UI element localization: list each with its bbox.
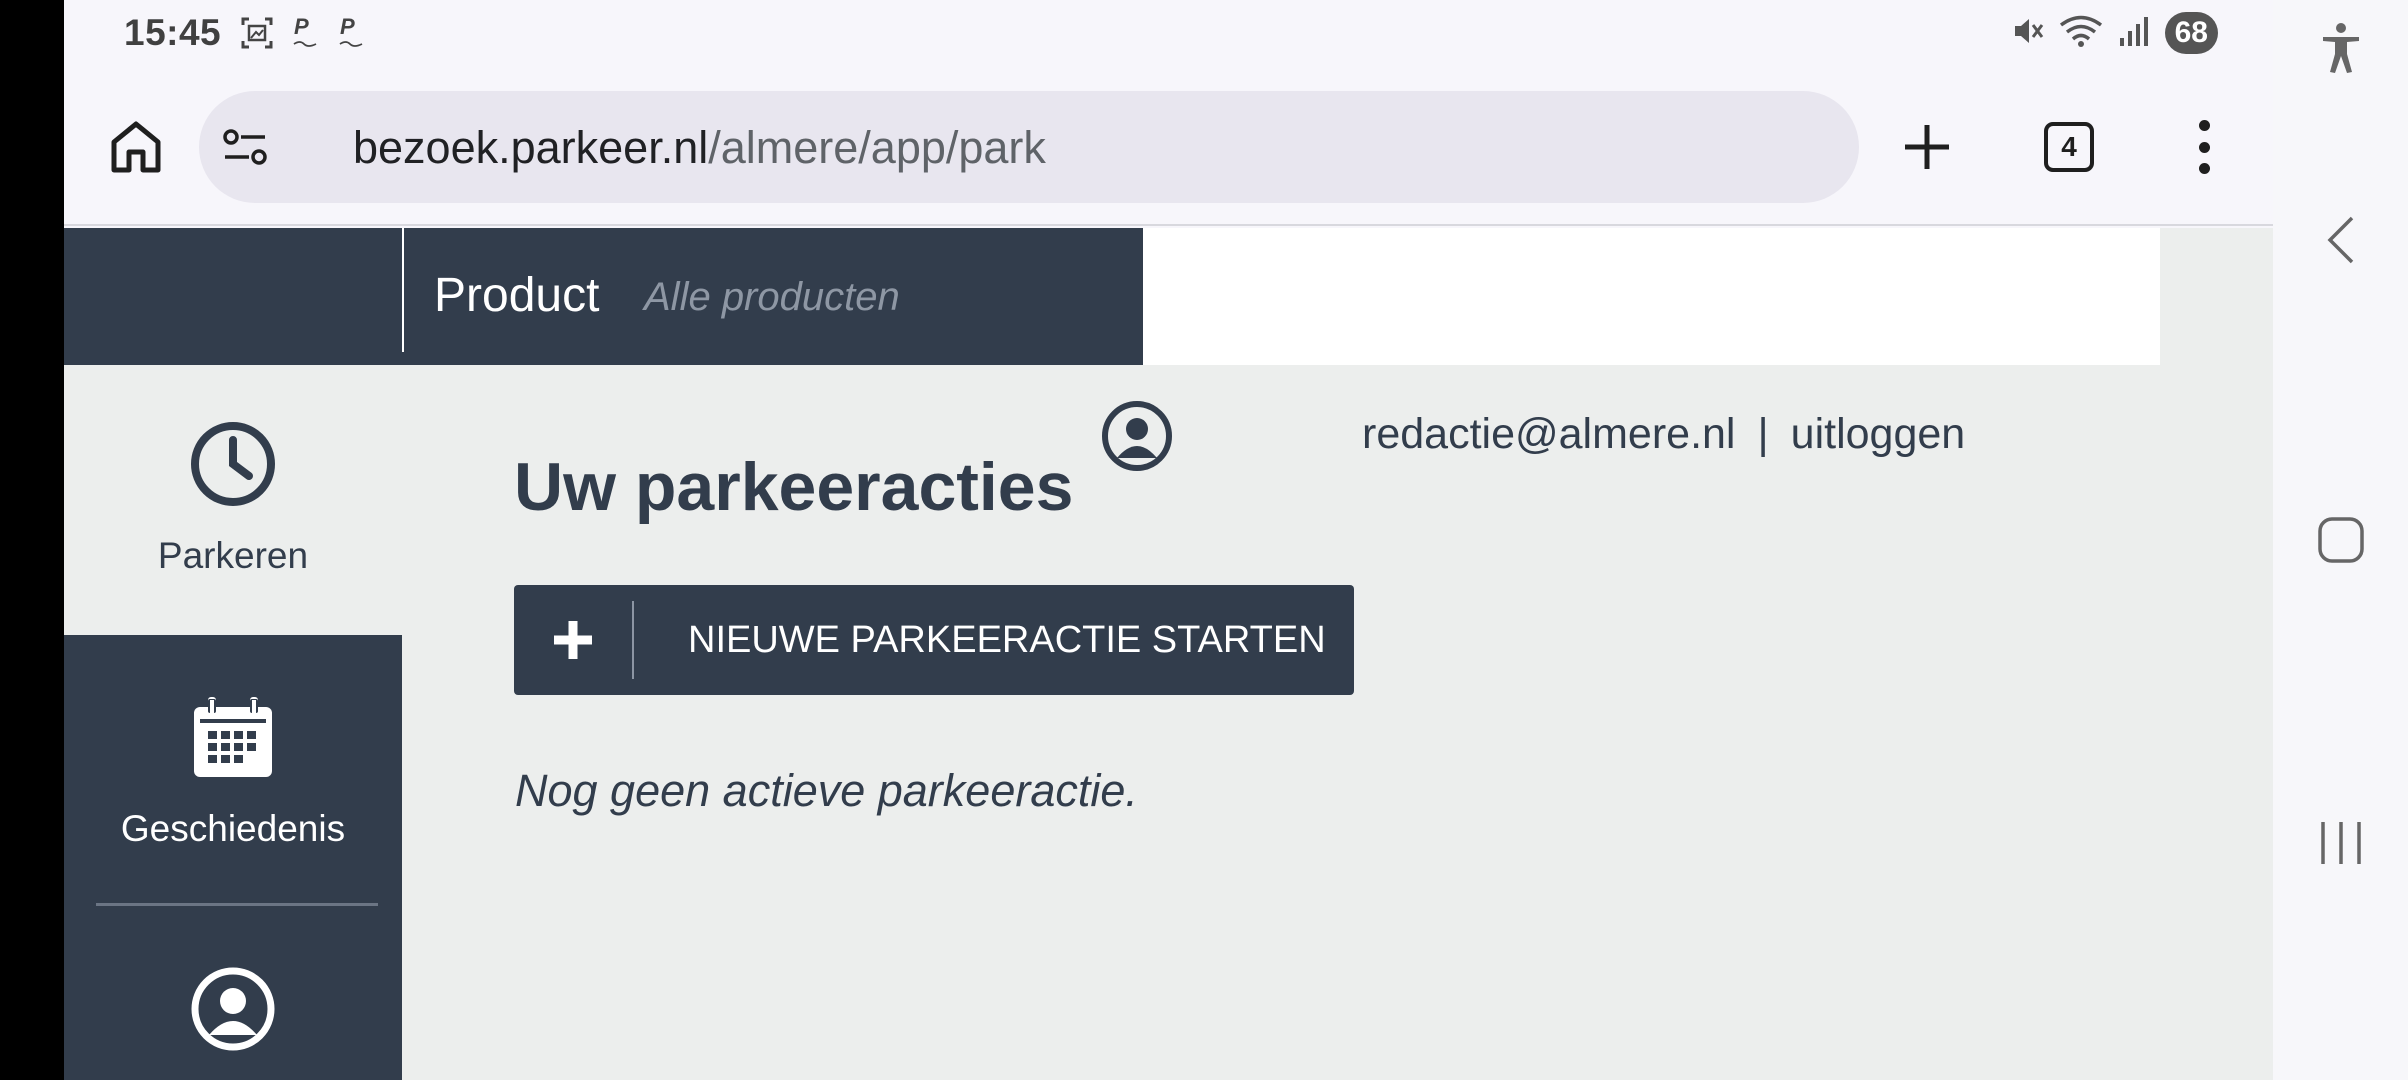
header-divider bbox=[402, 228, 404, 352]
recents-icon[interactable] bbox=[2273, 818, 2408, 868]
parking-app-icon: P bbox=[290, 14, 320, 57]
url-text[interactable]: bezoek.parkeer.nl/almere/app/park bbox=[353, 122, 1046, 174]
more-menu-icon[interactable] bbox=[2184, 114, 2224, 180]
button-divider bbox=[632, 601, 634, 679]
browser-toolbar: bezoek.parkeer.nl/almere/app/park 4 bbox=[64, 68, 2273, 226]
empty-state-message: Nog geen actieve parkeeractie. bbox=[515, 765, 1138, 816]
header-blank-area bbox=[1143, 228, 2160, 365]
svg-text:P: P bbox=[294, 14, 309, 39]
url-domain: bezoek.parkeer.nl bbox=[353, 122, 709, 173]
url-path: /almere/app/park bbox=[708, 122, 1046, 173]
page-right-margin bbox=[2160, 228, 2273, 1080]
user-circle-icon bbox=[189, 965, 277, 1058]
sidebar-item-label: Geschiedenis bbox=[120, 808, 346, 849]
signal-icon bbox=[2117, 14, 2151, 53]
product-header: Product Alle producten bbox=[64, 228, 1143, 365]
user-email: redactie@almere.nl bbox=[1362, 410, 1736, 458]
svg-text:P: P bbox=[340, 14, 355, 39]
calendar-icon bbox=[190, 695, 276, 786]
plus-icon bbox=[514, 585, 632, 695]
web-page: Product Alle producten Parkeren Geschied… bbox=[64, 228, 2273, 1080]
parking-app-icon: P bbox=[336, 14, 366, 57]
page-title: Uw parkeeracties bbox=[514, 449, 1074, 525]
user-separator: | bbox=[1757, 410, 1769, 458]
sidebar: Parkeren Geschiedenis bbox=[64, 365, 402, 1080]
screen-left-edge bbox=[0, 0, 64, 1080]
status-bar: 15:45 P P 68 bbox=[64, 0, 2273, 68]
accessibility-icon[interactable] bbox=[2273, 18, 2408, 78]
battery-indicator: 68 bbox=[2164, 12, 2218, 54]
browser-window: 15:45 P P 68 bezoek.parkeer.nl/almere/ap… bbox=[64, 0, 2273, 1080]
tab-switcher-button[interactable]: 4 bbox=[2044, 122, 2094, 172]
start-parking-button[interactable]: NIEUWE PARKEERACTIE STARTEN bbox=[514, 585, 1354, 695]
user-circle-icon bbox=[1101, 400, 1173, 472]
site-settings-icon[interactable] bbox=[221, 125, 269, 169]
product-label: Product bbox=[434, 269, 600, 322]
home-icon[interactable] bbox=[104, 114, 168, 178]
status-time: 15:45 bbox=[124, 12, 222, 53]
screenshot-icon bbox=[240, 16, 274, 55]
start-parking-label: NIEUWE PARKEERACTIE STARTEN bbox=[688, 619, 1326, 661]
home-nav-icon[interactable] bbox=[2273, 512, 2408, 568]
sidebar-item-label: Parkeren bbox=[157, 535, 309, 576]
user-info: redactie@almere.nl | uitloggen bbox=[1362, 410, 1965, 459]
system-nav-rail bbox=[2273, 0, 2408, 1080]
address-bar[interactable]: bezoek.parkeer.nl/almere/app/park bbox=[199, 91, 1859, 203]
back-icon[interactable] bbox=[2273, 210, 2408, 270]
wifi-icon bbox=[2059, 14, 2103, 53]
product-selector[interactable]: Alle producten bbox=[644, 275, 900, 320]
new-tab-icon[interactable] bbox=[1894, 114, 1960, 180]
sidebar-item-account[interactable] bbox=[64, 965, 402, 1058]
logout-link[interactable]: uitloggen bbox=[1791, 410, 1966, 458]
sidebar-item-parkeren[interactable]: Parkeren bbox=[64, 420, 402, 577]
sidebar-item-geschiedenis[interactable]: Geschiedenis bbox=[64, 695, 402, 850]
sidebar-divider bbox=[96, 903, 378, 906]
clock-icon bbox=[189, 420, 277, 513]
mute-icon bbox=[2011, 14, 2045, 53]
